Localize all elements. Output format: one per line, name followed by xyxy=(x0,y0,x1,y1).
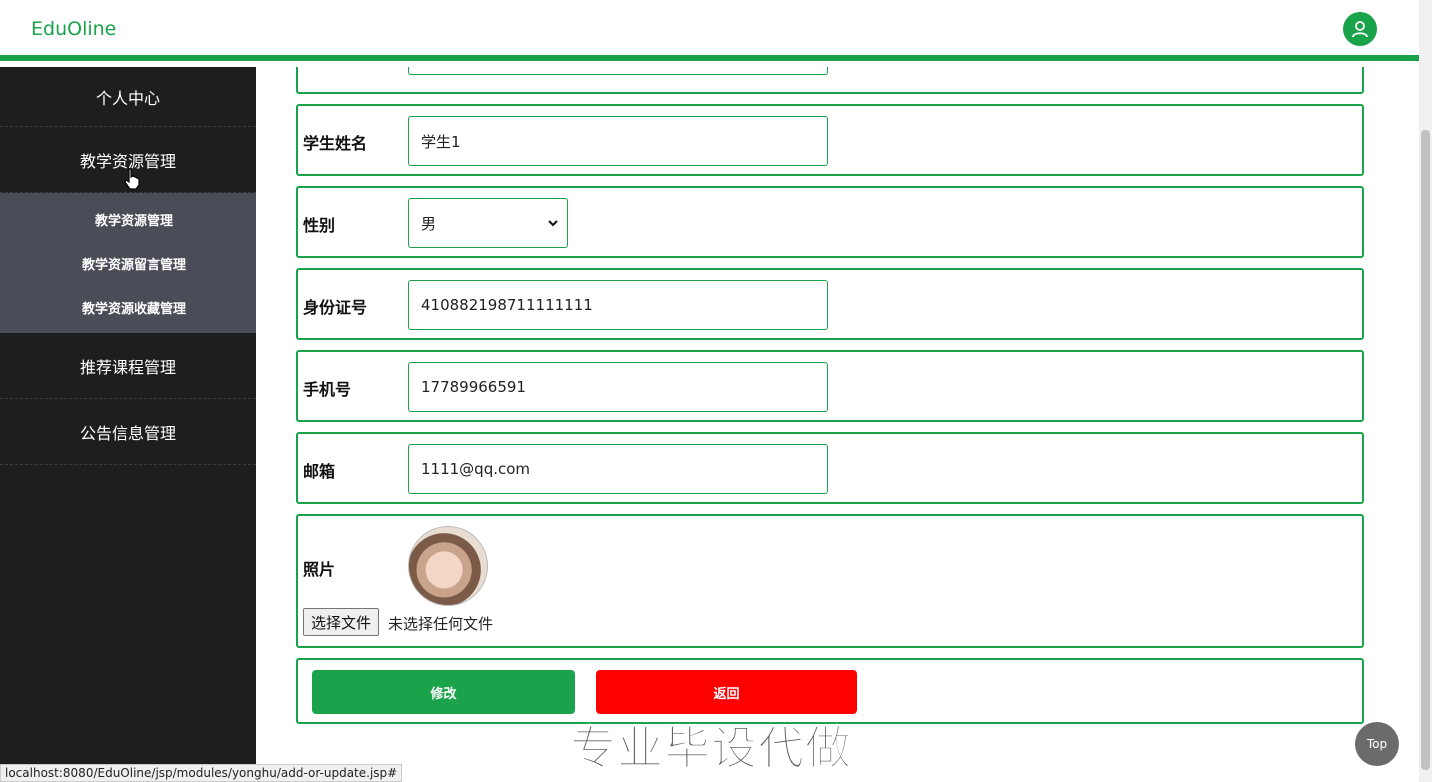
gender-label: 性别 xyxy=(303,216,336,235)
sidebar-item-label: 推荐课程管理 xyxy=(79,357,176,377)
edit-button[interactable]: 修改 xyxy=(312,670,575,714)
photo-label: 照片 xyxy=(303,560,336,579)
sidebar-item-label: 公告信息管理 xyxy=(79,423,176,443)
partial-input[interactable] xyxy=(408,67,828,75)
back-to-top-button[interactable]: Top xyxy=(1355,722,1399,766)
form-row-id-number: 身份证号 xyxy=(296,268,1364,340)
user-avatar-button[interactable] xyxy=(1343,12,1377,46)
gender-selected-value: 男 xyxy=(421,214,437,233)
form-row-phone: 手机号 xyxy=(296,350,1364,422)
id-number-label: 身份证号 xyxy=(303,298,368,317)
top-bar: EduOline xyxy=(0,0,1419,61)
submenu-item-resource-favorites[interactable]: 教学资源收藏管理 xyxy=(0,285,256,329)
choose-file-button[interactable]: 选择文件 xyxy=(303,608,380,636)
phone-label: 手机号 xyxy=(303,380,352,399)
student-name-input[interactable] xyxy=(408,116,828,166)
submenu-item-label: 教学资源留言管理 xyxy=(81,257,186,273)
page-scrollbar[interactable] xyxy=(1419,0,1432,782)
gender-select[interactable]: 男 xyxy=(408,198,568,248)
user-icon xyxy=(1352,21,1368,38)
phone-input[interactable] xyxy=(408,362,828,412)
form-row-email: 邮箱 xyxy=(296,432,1364,504)
sidebar-item-label: 个人中心 xyxy=(95,88,160,108)
student-photo xyxy=(408,526,488,606)
sidebar-item-announcements[interactable]: 公告信息管理 xyxy=(0,399,256,465)
watermark-text: 专业毕设代做 xyxy=(570,721,852,776)
student-name-label: 学生姓名 xyxy=(303,134,368,153)
form-row-student-name: 学生姓名 xyxy=(296,104,1364,176)
id-number-input[interactable] xyxy=(408,280,828,330)
brand-logo[interactable]: EduOline xyxy=(31,18,116,40)
email-label: 邮箱 xyxy=(303,462,336,481)
file-status-text: 未选择任何文件 xyxy=(388,615,494,633)
submenu-item-resource-comments[interactable]: 教学资源留言管理 xyxy=(0,241,256,285)
sidebar-item-profile[interactable]: 个人中心 xyxy=(0,67,256,127)
submenu-item-label: 教学资源收藏管理 xyxy=(81,301,186,317)
main-content: 学生姓名 性别 男 身份证号 手机号 邮箱 照片 选择文件 未选择任何文件 修改… xyxy=(256,67,1419,782)
form-row-partial xyxy=(296,67,1364,94)
sidebar-submenu: 教学资源管理 教学资源留言管理 教学资源收藏管理 xyxy=(0,193,256,333)
chevron-down-icon xyxy=(548,220,558,227)
back-button[interactable]: 返回 xyxy=(596,670,857,714)
status-bar-url: localhost:8080/EduOline/jsp/modules/yong… xyxy=(0,764,403,782)
sidebar-item-recommended-courses[interactable]: 推荐课程管理 xyxy=(0,333,256,399)
scrollbar-thumb[interactable] xyxy=(1421,130,1430,770)
form-row-gender: 性别 男 xyxy=(296,186,1364,258)
submenu-item-label: 教学资源管理 xyxy=(94,213,173,229)
submenu-item-resource-manage[interactable]: 教学资源管理 xyxy=(0,197,256,241)
email-input[interactable] xyxy=(408,444,828,494)
hand-cursor-icon xyxy=(124,168,140,190)
form-row-photo: 照片 选择文件 未选择任何文件 xyxy=(296,514,1364,648)
